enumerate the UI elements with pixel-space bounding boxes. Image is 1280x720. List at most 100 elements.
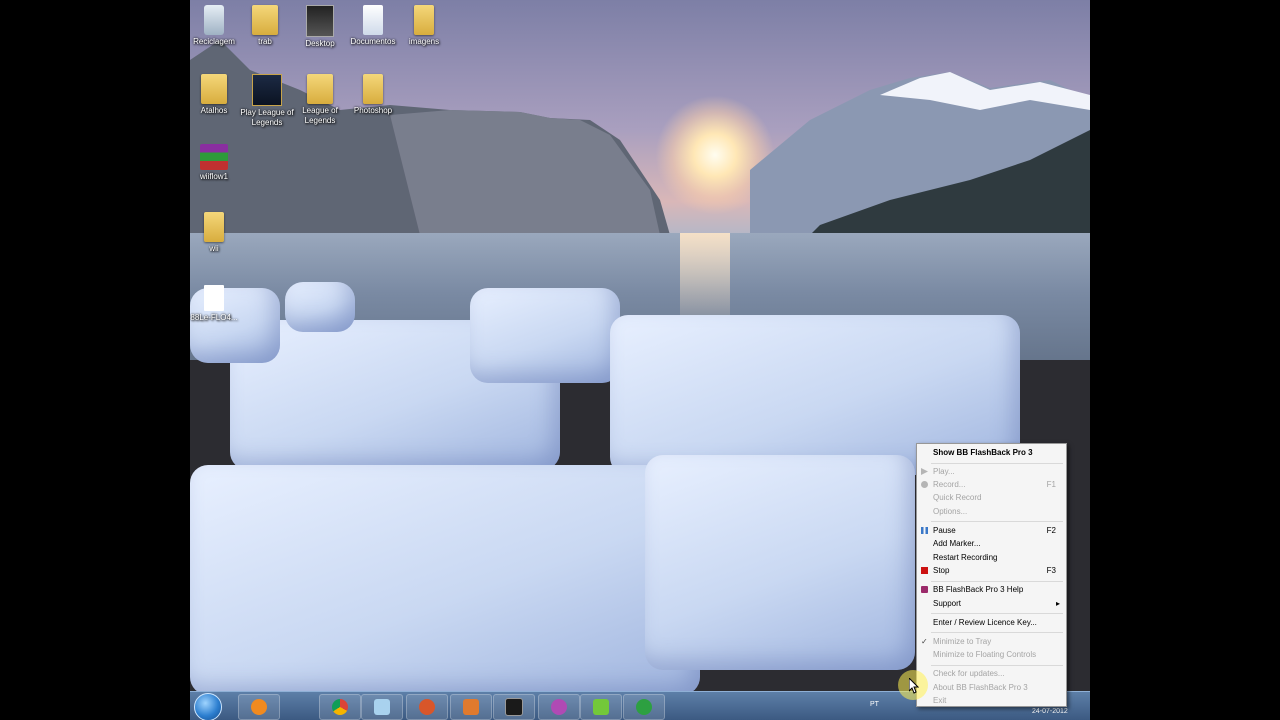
desktop-icon-wiiflow1[interactable]: wiiflow1 xyxy=(190,144,243,182)
desktop-icon-trab[interactable]: trab xyxy=(236,5,294,47)
taskbar-app-utorrent-green[interactable] xyxy=(580,694,622,720)
chrome-icon xyxy=(332,699,348,715)
folder-icon xyxy=(201,74,227,104)
menu-separator xyxy=(931,521,1063,522)
utorrent-icon xyxy=(636,699,652,715)
league-icon xyxy=(252,74,282,106)
mouse-cursor-icon xyxy=(909,678,919,694)
menu-item-options[interactable]: Options... xyxy=(917,505,1066,518)
menu-item-about[interactable]: About BB FlashBack Pro 3 xyxy=(917,681,1066,694)
desktop-icon-label: Photoshop xyxy=(353,106,393,115)
menu-item-label: Pause xyxy=(933,526,956,535)
menu-item-label: Minimize to Floating Controls xyxy=(933,650,1037,659)
desktop-icon-imagens[interactable]: imagens xyxy=(395,5,453,47)
play-icon xyxy=(921,468,928,475)
menu-item-check-updates[interactable]: Check for updates... xyxy=(917,667,1066,680)
winrar-icon xyxy=(200,144,228,170)
desktop-icon-desktop[interactable]: Desktop xyxy=(291,5,349,49)
menu-item-restart-recording[interactable]: Restart Recording xyxy=(917,551,1066,564)
menu-item-label: Stop xyxy=(933,566,950,575)
ice-block xyxy=(470,288,620,383)
menu-item-shortcut: F3 xyxy=(1046,566,1056,575)
ice-block xyxy=(645,455,915,670)
stop-icon xyxy=(921,567,928,574)
taskbar-app-explorer[interactable] xyxy=(361,694,403,720)
menu-item-minimize-floating[interactable]: Minimize to Floating Controls xyxy=(917,648,1066,661)
language-indicator[interactable]: PT xyxy=(870,701,879,708)
desktop-icon-file[interactable]: 88Le-FLO4... xyxy=(190,285,243,323)
menu-item-label: Check for updates... xyxy=(933,669,1005,678)
desktop-icon-photoshop[interactable]: Photoshop xyxy=(344,74,402,116)
desktop-icon-documentos[interactable]: Documentos xyxy=(344,5,402,47)
media-icon xyxy=(551,699,567,715)
desktop-icon-label: trab xyxy=(258,37,272,46)
menu-item-label: Quick Record xyxy=(933,493,982,502)
desktop-icon-label: Play League of Legends xyxy=(240,108,294,127)
menu-item-exit[interactable]: Exit xyxy=(917,694,1066,707)
desktop-icon-label: wii xyxy=(209,244,219,253)
taskbar-app-media-player[interactable] xyxy=(238,694,280,720)
menu-item-label: Support xyxy=(933,599,962,608)
folder-icon xyxy=(204,212,224,242)
office-icon xyxy=(463,699,479,715)
tray-clock-date[interactable]: 24-07-2012 xyxy=(1032,708,1068,715)
utility-icon xyxy=(419,699,435,715)
menu-item-label: BB FlashBack Pro 3 Help xyxy=(933,585,1024,594)
menu-item-pause[interactable]: Pause F2 xyxy=(917,524,1066,537)
menu-item-label: Enter / Review Licence Key... xyxy=(933,618,1037,627)
pause-icon xyxy=(921,527,928,534)
desktop-icon-play-league[interactable]: Play League of Legends xyxy=(238,74,296,128)
documents-icon xyxy=(363,5,383,35)
menu-item-add-marker[interactable]: Add Marker... xyxy=(917,537,1066,550)
desktop-icon-wii[interactable]: wii xyxy=(190,212,243,254)
menu-item-label: Add Marker... xyxy=(933,539,981,548)
menu-item-show[interactable]: Show BB FlashBack Pro 3 xyxy=(917,446,1066,459)
menu-item-quick-record[interactable]: Quick Record xyxy=(917,491,1066,504)
taskbar-app-media[interactable] xyxy=(538,694,580,720)
desktop-icon-label: Reciclagem xyxy=(193,37,235,46)
menu-separator xyxy=(931,613,1063,614)
menu-separator xyxy=(931,581,1063,582)
checkmark-icon: ✓ xyxy=(921,637,928,646)
taskbar-app-chrome[interactable] xyxy=(319,694,361,720)
explorer-icon xyxy=(374,699,390,715)
file-icon xyxy=(204,285,224,311)
folder-icon xyxy=(363,74,383,104)
menu-item-play[interactable]: Play... xyxy=(917,465,1066,478)
desktop-icon-atalhos[interactable]: Atalhos xyxy=(190,74,243,116)
menu-item-label: Exit xyxy=(933,696,947,705)
menu-item-support[interactable]: Support ▸ xyxy=(917,597,1066,610)
menu-item-label: Record... xyxy=(933,480,966,489)
ice-block xyxy=(285,282,355,332)
menu-separator xyxy=(931,463,1063,464)
taskbar-app-utorrent[interactable] xyxy=(623,694,665,720)
folder-icon xyxy=(414,5,434,35)
desktop-icon-label: Documentos xyxy=(350,37,396,46)
desktop-icon-league-folder[interactable]: League of Legends xyxy=(291,74,349,126)
record-icon xyxy=(921,481,928,488)
menu-separator xyxy=(931,665,1063,666)
terminal-icon xyxy=(505,698,523,716)
menu-item-label: Play... xyxy=(933,467,955,476)
help-book-icon xyxy=(921,586,928,593)
menu-item-label: Restart Recording xyxy=(933,553,998,562)
taskbar-app-terminal[interactable] xyxy=(493,694,535,720)
menu-item-record[interactable]: Record... F1 xyxy=(917,478,1066,491)
menu-item-label: Minimize to Tray xyxy=(933,637,992,646)
start-button[interactable] xyxy=(194,693,222,720)
menu-item-minimize-tray[interactable]: ✓ Minimize to Tray xyxy=(917,635,1066,648)
submenu-arrow-icon: ▸ xyxy=(1055,599,1060,608)
taskbar-app-utility[interactable] xyxy=(406,694,448,720)
menu-item-stop[interactable]: Stop F3 xyxy=(917,564,1066,577)
desktop-icon-label: 88Le-FLO4... xyxy=(190,313,238,322)
desktop-icon-label: wiiflow1 xyxy=(199,172,228,181)
taskbar-app-office[interactable] xyxy=(450,694,492,720)
menu-item-label: Show BB FlashBack Pro 3 xyxy=(933,448,1033,457)
menu-item-label: About BB FlashBack Pro 3 xyxy=(933,683,1028,692)
menu-item-label: Options... xyxy=(933,507,968,516)
menu-item-licence-key[interactable]: Enter / Review Licence Key... xyxy=(917,616,1066,629)
desktop-icon-label: imagens xyxy=(408,37,440,46)
menu-separator xyxy=(931,632,1063,633)
menu-item-help[interactable]: BB FlashBack Pro 3 Help xyxy=(917,583,1066,596)
folder-icon xyxy=(306,5,334,37)
